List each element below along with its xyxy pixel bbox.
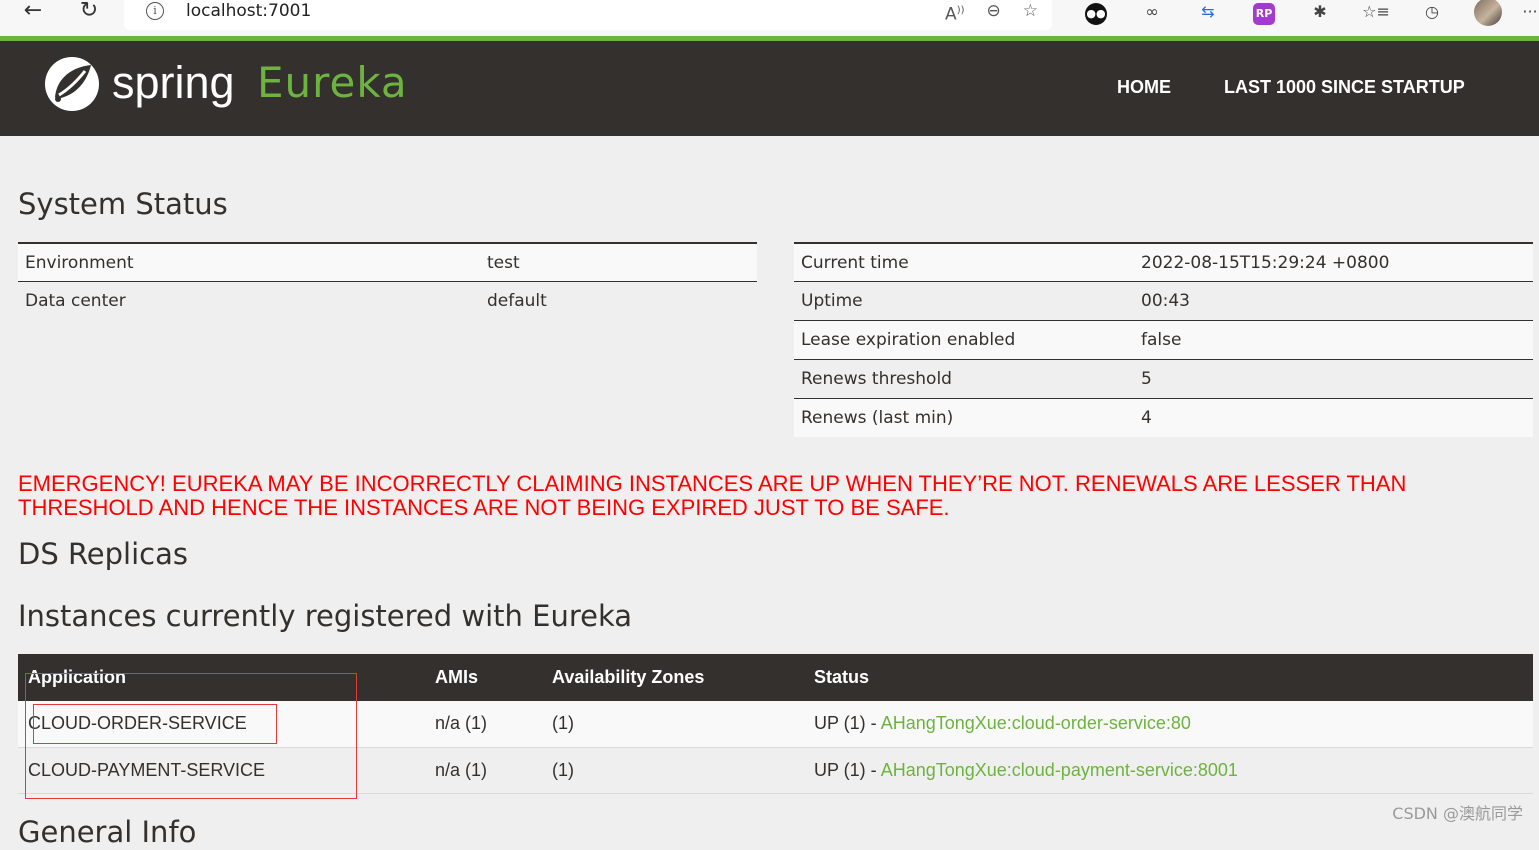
nav-last1000-link[interactable]: LAST 1000 SINCE STARTUP [1224, 75, 1465, 99]
csdn-watermark: CSDN @澳航同学 [1392, 804, 1523, 823]
site-info-icon[interactable]: i [146, 2, 164, 20]
status-cell: UP (1) - AHangTongXue:cloud-order-servic… [804, 701, 1533, 748]
zoom-out-icon[interactable]: ⊖ [987, 0, 1001, 26]
instance-link[interactable]: AHangTongXue:cloud-payment-service:8001 [881, 760, 1238, 780]
eureka-navbar: spring Eureka HOME LAST 1000 SINCE START… [0, 41, 1539, 136]
brand-spring: spring [112, 57, 235, 108]
kv-value: default [480, 281, 757, 321]
status-cell: UP (1) - AHangTongXue:cloud-payment-serv… [804, 747, 1533, 794]
column-header-amis: AMIs [425, 654, 542, 701]
system-status-title: System Status [18, 187, 228, 221]
reload-icon[interactable]: ↻ [72, 0, 106, 26]
kv-label: Lease expiration enabled [794, 320, 1134, 360]
nav-home-link[interactable]: HOME [1117, 75, 1171, 99]
system-status-left-table: Environment test Data center default [18, 242, 757, 321]
general-info-title: General Info [18, 815, 197, 849]
table-row: Renews (last min) 4 [794, 397, 1533, 437]
address-bar[interactable]: i localhost:7001 A)) ⊖ ☆ [124, 0, 1052, 30]
table-row: Lease expiration enabled false [794, 320, 1533, 360]
kv-label: Uptime [794, 281, 1134, 321]
history-icon[interactable]: ◷ [1404, 0, 1460, 26]
extension-1-icon[interactable]: ●● [1068, 0, 1124, 26]
favorites-icon[interactable]: ☆≡ [1348, 0, 1404, 26]
puzzle-extensions-icon[interactable]: ✱ [1292, 0, 1348, 26]
back-icon[interactable]: ← [16, 0, 50, 26]
column-header-status: Status [804, 654, 1533, 701]
instances-title: Instances currently registered with Eure… [18, 599, 633, 633]
emergency-warning: EMERGENCY! EUREKA MAY BE INCORRECTLY CLA… [18, 471, 1407, 520]
annotation-box-inner [33, 704, 277, 744]
system-status-right-table: Current time 2022-08-15T15:29:24 +0800 U… [794, 242, 1533, 437]
table-row: Renews threshold 5 [794, 358, 1533, 399]
table-row: Environment test [18, 242, 757, 282]
spring-leaf-logo-icon[interactable] [43, 55, 101, 113]
table-row: Uptime 00:43 [794, 281, 1533, 321]
status-prefix: UP (1) - [814, 759, 881, 780]
status-prefix: UP (1) - [814, 713, 881, 734]
rp-extension-icon[interactable]: RP [1236, 0, 1292, 26]
kv-value: test [480, 242, 757, 282]
add-favorite-icon[interactable]: ☆ [1023, 0, 1038, 26]
table-row: Current time 2022-08-15T15:29:24 +0800 [794, 242, 1533, 282]
amis-value: n/a (1) [425, 701, 542, 748]
extensions-bar: ●● ∞ ⇆ RP ✱ ☆≡ ◷ ··· [1068, 0, 1539, 26]
browser-toolbar: ← ↻ i localhost:7001 A)) ⊖ ☆ ●● ∞ ⇆ RP ✱… [0, 0, 1539, 36]
kv-value: false [1134, 320, 1533, 360]
more-menu-icon[interactable]: ··· [1516, 0, 1539, 26]
zones-value: (1) [542, 747, 804, 794]
sync-extension-icon[interactable]: ⇆ [1180, 0, 1236, 26]
brand-eureka: Eureka [257, 58, 408, 107]
instance-link[interactable]: AHangTongXue:cloud-order-service:80 [881, 713, 1191, 733]
kv-value: 5 [1134, 358, 1533, 399]
kv-label: Data center [18, 281, 480, 321]
url-text[interactable]: localhost:7001 [186, 0, 311, 22]
zones-value: (1) [542, 701, 804, 748]
kv-value: 2022-08-15T15:29:24 +0800 [1134, 242, 1533, 282]
kv-label: Current time [794, 242, 1134, 282]
address-bar-tools: A)) ⊖ ☆ [945, 0, 1038, 26]
kv-label: Environment [18, 242, 480, 282]
infinity-extension-icon[interactable]: ∞ [1124, 0, 1180, 26]
kv-label: Renews (last min) [794, 397, 1134, 437]
column-header-zones: Availability Zones [542, 654, 804, 701]
ds-replicas-title: DS Replicas [18, 537, 188, 571]
kv-label: Renews threshold [794, 358, 1134, 399]
kv-value: 00:43 [1134, 281, 1533, 321]
table-row: Data center default [18, 281, 757, 321]
read-aloud-icon[interactable]: A)) [945, 0, 964, 26]
profile-avatar[interactable] [1460, 0, 1516, 26]
kv-value: 4 [1134, 397, 1533, 437]
amis-value: n/a (1) [425, 747, 542, 794]
